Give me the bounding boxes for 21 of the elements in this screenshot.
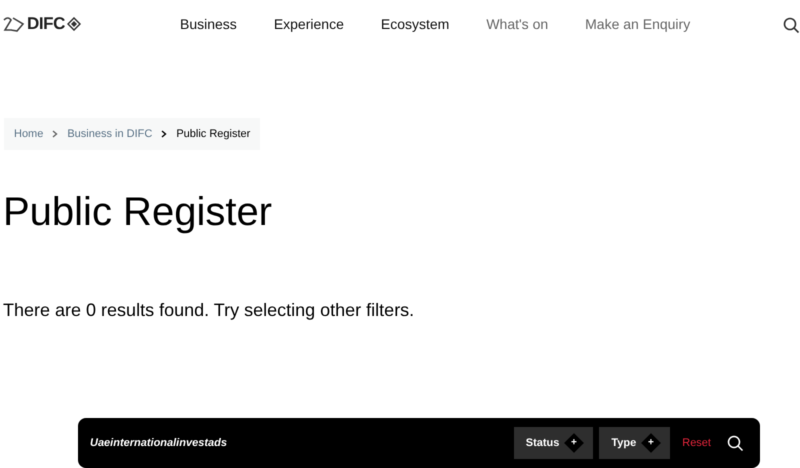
nav-link[interactable]: Make an Enquiry	[585, 14, 690, 34]
reset-link[interactable]: Reset	[682, 427, 711, 459]
page-title: Public Register	[2, 189, 274, 236]
chevron-icon	[52, 130, 58, 138]
filter-dropdown[interactable]: Status +	[514, 427, 594, 459]
nav-link[interactable]: Business	[180, 14, 237, 34]
logo-text: DIFC	[27, 13, 65, 36]
logo-icon	[3, 16, 25, 32]
chevron-icon	[161, 130, 168, 138]
breadcrumb-link[interactable]: Business in DIFC	[67, 126, 152, 142]
nav-link[interactable]: Experience	[274, 14, 344, 34]
search-icon[interactable]	[727, 435, 744, 452]
results-message: There are 0 results found. Try selecting other filters.	[2, 299, 416, 322]
nav-link[interactable]: Ecosystem	[380, 14, 450, 34]
diamond-logo-icon	[66, 17, 81, 31]
search-bar[interactable]: Uaeinternationalinvestads Status + Type + Reset	[78, 418, 760, 468]
nav-link[interactable]: What's on	[486, 14, 548, 34]
search-icon[interactable]	[783, 17, 800, 34]
breadcrumb-link[interactable]: Home	[14, 126, 44, 142]
current-page-label: Public Register	[176, 126, 250, 142]
filter-dropdown[interactable]: Type +	[599, 427, 670, 459]
